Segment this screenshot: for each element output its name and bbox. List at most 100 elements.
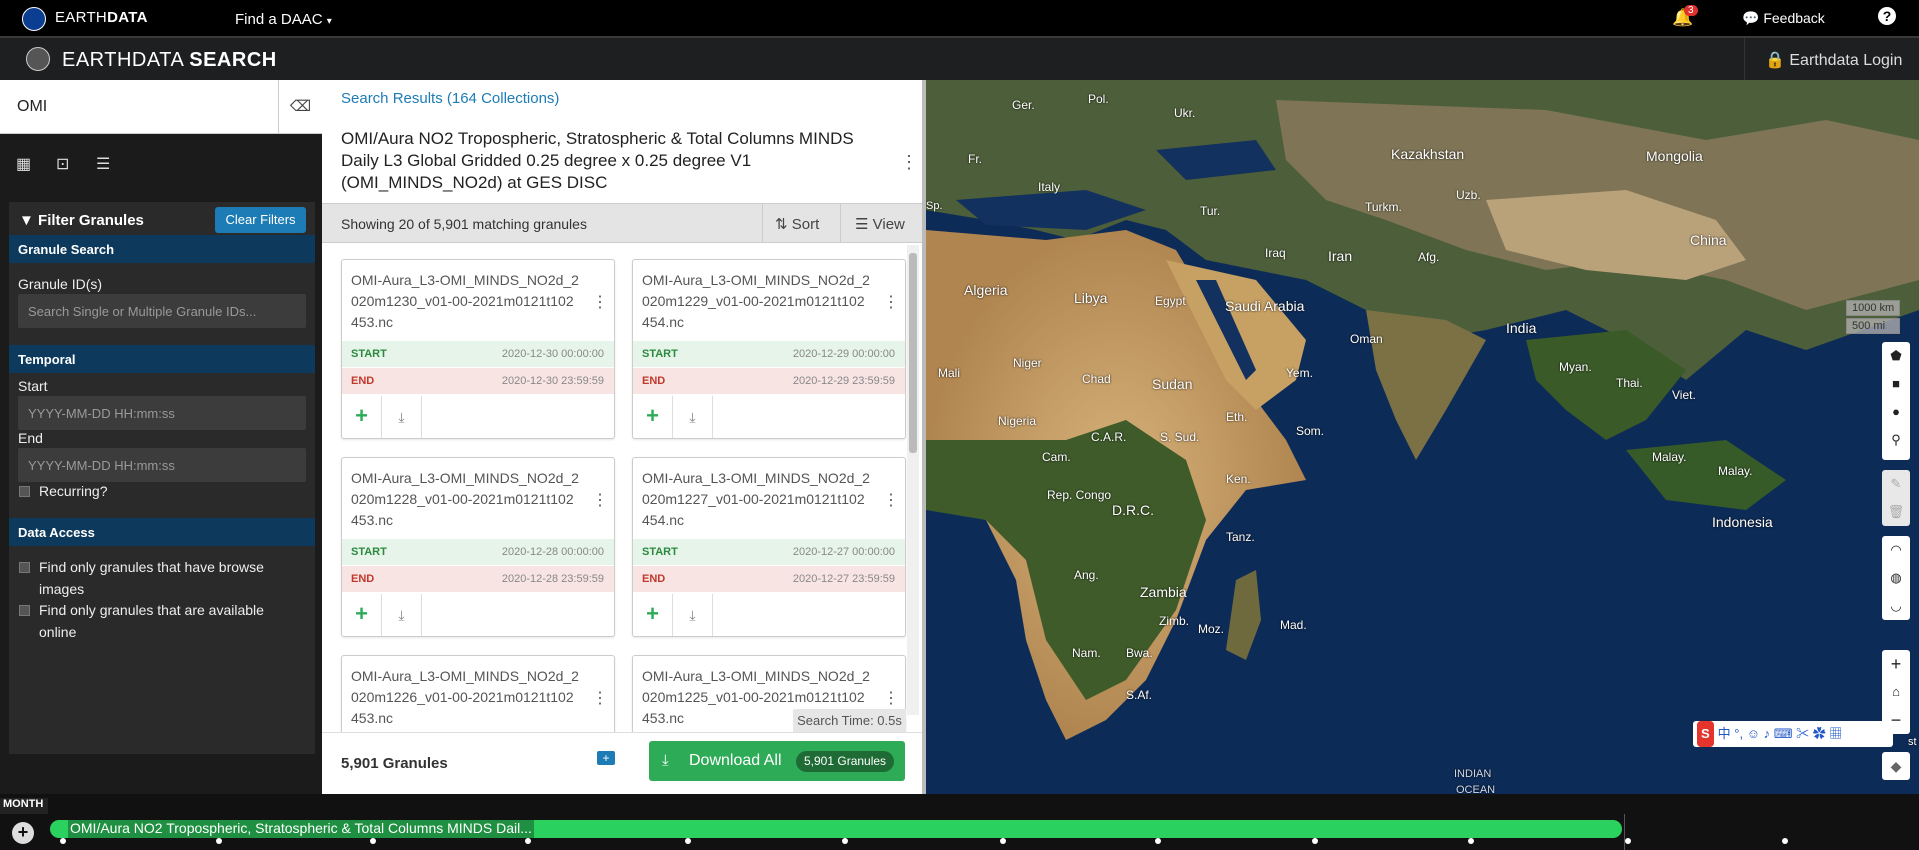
download-icon[interactable]: ⤓ (673, 396, 713, 438)
trash-icon[interactable]: 🗑 (1882, 498, 1910, 526)
granule-card[interactable]: OMI-Aura_L3-OMI_MINDS_NO2d_2020m1230_v01… (341, 259, 615, 439)
temporal-heading[interactable]: Temporal (9, 345, 315, 373)
edit-icon[interactable]: ✎ (1882, 470, 1910, 498)
caret-down-icon: ▾ (326, 16, 332, 27)
available-online-label: Find only granules that are available on… (39, 602, 264, 640)
data-access-heading[interactable]: Data Access (9, 518, 315, 546)
sogou-logo-icon: S (1697, 721, 1714, 747)
recurring-label: Recurring? (39, 483, 108, 499)
eraser-icon[interactable]: ⌫ (278, 80, 322, 134)
end-label: End (18, 430, 43, 446)
add-granule-icon[interactable]: + (342, 396, 382, 438)
scrollbar-thumb[interactable] (909, 253, 917, 453)
granule-start-value: 2020-12-27 00:00:00 (792, 546, 895, 558)
add-granule-icon[interactable]: + (342, 594, 382, 636)
calendar-icon[interactable]: ▦ (16, 154, 31, 174)
granule-start-value: 2020-12-30 00:00:00 (501, 348, 604, 360)
more-icon[interactable]: ⋮ (883, 292, 899, 312)
more-icon[interactable]: ⋮ (592, 490, 608, 510)
app-title[interactable]: EARTHDATA SEARCH (62, 49, 277, 72)
timeline-tick (1155, 838, 1161, 844)
find-daac-dropdown[interactable]: Find a DAAC ▾ (235, 11, 332, 28)
ime-toolbar[interactable]: S中 °, ☺ ♪ ⌨ ✂ ✿ ▦ (1693, 721, 1893, 747)
earthdata-login-button[interactable]: 🔒 Earthdata Login (1744, 38, 1919, 82)
south-polar-icon[interactable]: ◡ (1882, 592, 1910, 620)
layers-icon[interactable]: ◆ (1882, 752, 1910, 780)
collection-title: OMI/Aura NO2 Tropospheric, Stratospheric… (341, 129, 854, 192)
list-icon: ☰ (855, 216, 869, 233)
timeline-tick (60, 838, 66, 844)
timeline-focus-divider (1624, 814, 1625, 850)
spatial-temporal-toolbar: ▦ ⊡ ☰ (0, 134, 322, 192)
end-date-input[interactable]: YYYY-MM-DD HH:mm:ss (18, 448, 306, 482)
granule-start-row: START 2020-12-30 00:00:00 (342, 341, 614, 367)
help-icon[interactable]: ? (1878, 7, 1896, 25)
download-icon[interactable]: ⤓ (673, 594, 713, 636)
start-date-input[interactable]: YYYY-MM-DD HH:mm:ss (18, 396, 306, 430)
granule-card[interactable]: OMI-Aura_L3-OMI_MINDS_NO2d_2020m1228_v01… (341, 457, 615, 637)
granule-card[interactable]: OMI-Aura_L3-OMI_MINDS_NO2d_2020m1226_v01… (341, 655, 615, 732)
timeline-zoom-label[interactable]: MONTH (0, 798, 48, 814)
satellite-map[interactable] (926, 80, 1919, 794)
sliders-icon[interactable]: ☰ (96, 154, 110, 174)
zoom-in-icon[interactable]: + (1882, 650, 1910, 678)
circle-icon[interactable]: ● (1882, 398, 1910, 426)
download-icon[interactable]: ⤓ (382, 396, 422, 438)
timeline-tick (525, 838, 531, 844)
search-input[interactable]: OMI (17, 98, 47, 116)
browse-images-checkbox[interactable] (19, 562, 30, 573)
more-icon[interactable]: ⋮ (592, 292, 608, 312)
granule-ids-input[interactable]: Search Single or Multiple Granule IDs... (18, 294, 306, 328)
download-all-button[interactable]: ⤓ Download All 5,901 Granules (649, 741, 905, 781)
results-scrollbar[interactable] (907, 245, 919, 715)
search-bar: OMI ⌫ (0, 80, 322, 134)
view-button[interactable]: ☰ View (840, 204, 922, 242)
earthdata-brand[interactable]: EARTHDATA (55, 9, 148, 26)
granule-results-panel: Search Results (164 Collections) OMI/Aur… (322, 80, 922, 794)
granule-end-value: 2020-12-29 23:59:59 (792, 375, 895, 387)
granule-card[interactable]: OMI-Aura_L3-OMI_MINDS_NO2d_2020m1229_v01… (632, 259, 906, 439)
sort-button[interactable]: ⇅ Sort (762, 204, 840, 242)
rectangle-icon[interactable]: ■ (1882, 370, 1910, 398)
north-polar-icon[interactable]: ◠ (1882, 536, 1910, 564)
map-view[interactable]: Ger. Pol. Ukr. Fr. Italy Kazakhstan Mong… (926, 80, 1919, 794)
granule-start-value: 2020-12-29 00:00:00 (792, 348, 895, 360)
point-marker-icon[interactable]: ⚲ (1882, 426, 1910, 454)
download-count-pill: 5,901 Granules (796, 751, 895, 772)
earthdata-topbar: EARTHDATA Find a DAAC ▾ 🔔 3 💬 Feedback ? (0, 0, 1919, 36)
more-icon[interactable]: ⋮ (883, 688, 899, 708)
add-granule-icon[interactable]: + (633, 594, 673, 636)
search-results-link[interactable]: Search Results (164 Collections) (341, 90, 559, 107)
more-icon[interactable]: ⋮ (883, 490, 899, 510)
nasa-meatball-icon[interactable] (26, 47, 50, 71)
timeline-collection-label: OMI/Aura NO2 Tropospheric, Stratospheric… (68, 820, 534, 838)
granule-start-value: 2020-12-28 00:00:00 (501, 546, 604, 558)
nasa-logo-icon[interactable] (22, 7, 46, 31)
collection-more-icon[interactable]: ⋮ (900, 152, 918, 173)
filter-icon: ▼ (19, 212, 34, 229)
download-icon[interactable]: ⤓ (382, 594, 422, 636)
granule-end-value: 2020-12-30 23:59:59 (501, 375, 604, 387)
add-granule-icon[interactable]: + (633, 396, 673, 438)
more-icon[interactable]: ⋮ (592, 688, 608, 708)
crop-icon[interactable]: ⊡ (56, 154, 69, 174)
timeline-zoom-in-icon[interactable]: + (12, 822, 34, 844)
feedback-link[interactable]: 💬 Feedback (1742, 10, 1825, 27)
granule-start-row: START 2020-12-28 00:00:00 (342, 539, 614, 565)
recurring-checkbox[interactable] (19, 486, 30, 497)
timeline-tick (1468, 838, 1474, 844)
scale-mi: 500 mi (1846, 318, 1901, 334)
timeline-tick (1312, 838, 1318, 844)
granule-end-value: 2020-12-27 23:59:59 (792, 573, 895, 585)
granule-total: 5,901 Granules (341, 755, 448, 772)
globe-icon[interactable]: ◍ (1882, 564, 1910, 592)
add-to-project-icon[interactable]: + (597, 751, 615, 765)
granule-search-heading[interactable]: Granule Search (9, 235, 315, 263)
clear-filters-button[interactable]: Clear Filters (215, 207, 306, 233)
available-online-checkbox[interactable] (19, 605, 30, 616)
granule-name: OMI-Aura_L3-OMI_MINDS_NO2d_2020m1228_v01… (351, 470, 579, 528)
home-icon[interactable]: ⌂ (1882, 678, 1910, 706)
granule-card[interactable]: OMI-Aura_L3-OMI_MINDS_NO2d_2020m1227_v01… (632, 457, 906, 637)
timeline-tick (842, 838, 848, 844)
polygon-icon[interactable]: ⬟ (1882, 342, 1910, 370)
